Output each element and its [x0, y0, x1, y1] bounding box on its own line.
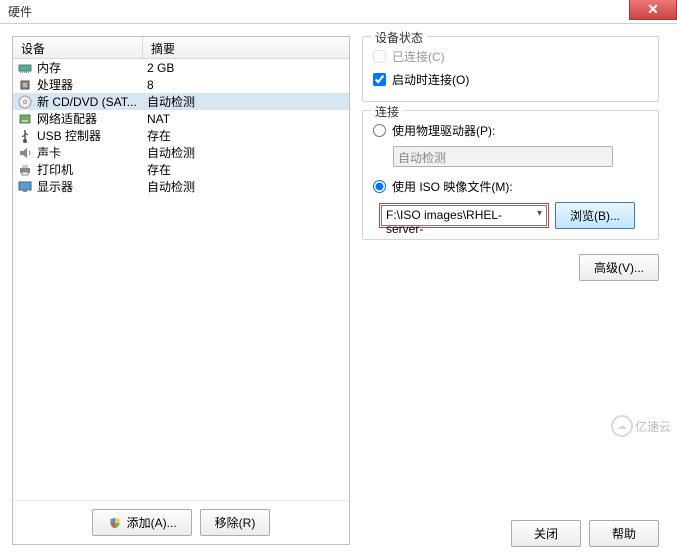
device-name: 网络适配器 [37, 110, 97, 127]
physical-label: 使用物理驱动器(P): [392, 122, 495, 139]
device-summary: NAT [143, 112, 349, 126]
device-list[interactable]: 内存2 GB处理器8新 CD/DVD (SAT...自动检测网络适配器NATUS… [13, 59, 349, 500]
physical-combo-row: 自动检测 [393, 146, 648, 167]
device-buttons-row: 添加(A)... 移除(R) [13, 500, 349, 544]
close-button[interactable]: 关闭 [511, 520, 581, 547]
connected-checkbox-row: 已连接(C) [373, 45, 648, 68]
printer-icon [17, 162, 33, 178]
device-row[interactable]: 内存 2 GB [13, 59, 349, 76]
shield-icon [107, 515, 123, 531]
title-bar: 硬件 ✕ [0, 0, 677, 24]
device-name: 处理器 [37, 76, 73, 93]
iso-radio[interactable] [373, 180, 386, 193]
device-summary: 自动检测 [143, 93, 349, 110]
browse-button[interactable]: 浏览(B)... [555, 202, 635, 229]
device-summary: 存在 [143, 127, 349, 144]
iso-combo-highlight: F:\ISO images\RHEL-server- [379, 203, 549, 228]
device-name: USB 控制器 [37, 127, 101, 144]
device-row[interactable]: 处理器 8 [13, 76, 349, 93]
device-summary: 8 [143, 78, 349, 92]
add-button[interactable]: 添加(A)... [92, 509, 192, 536]
close-button-label: 关闭 [534, 525, 558, 542]
connected-label: 已连接(C) [392, 48, 445, 65]
header-summary[interactable]: 摘要 [143, 37, 349, 58]
remove-button[interactable]: 移除(R) [200, 509, 271, 536]
device-panel: 设备 摘要 内存2 GB处理器8新 CD/DVD (SAT...自动检测网络适配… [12, 36, 350, 545]
add-button-label: 添加(A)... [127, 514, 177, 531]
device-summary: 自动检测 [143, 178, 349, 195]
device-summary: 2 GB [143, 61, 349, 75]
device-row[interactable]: 打印机 存在 [13, 161, 349, 178]
device-name: 声卡 [37, 144, 61, 161]
usb-icon [17, 128, 33, 144]
iso-radio-row[interactable]: 使用 ISO 映像文件(M): [373, 175, 648, 198]
window-title: 硬件 [8, 3, 32, 20]
connected-checkbox [373, 50, 386, 63]
iso-row: F:\ISO images\RHEL-server- 浏览(B)... [379, 202, 648, 229]
bottom-bar: 关闭 帮助 [511, 520, 659, 547]
connect-poweron-checkbox[interactable] [373, 73, 386, 86]
physical-radio[interactable] [373, 124, 386, 137]
physical-radio-row[interactable]: 使用物理驱动器(P): [373, 119, 648, 142]
connection-title: 连接 [371, 103, 403, 120]
remove-button-label: 移除(R) [215, 514, 256, 531]
physical-combo: 自动检测 [393, 146, 613, 167]
iso-path-combo[interactable]: F:\ISO images\RHEL-server- [381, 205, 547, 226]
list-header: 设备 摘要 [13, 37, 349, 59]
settings-panel: 设备状态 已连接(C) 启动时连接(O) 连接 使用物理驱动器(P): 自动检测… [362, 36, 665, 545]
help-button-label: 帮助 [612, 525, 636, 542]
status-fieldset: 设备状态 已连接(C) 启动时连接(O) [362, 36, 659, 102]
advanced-button[interactable]: 高级(V)... [579, 254, 659, 281]
cpu-icon [17, 77, 33, 93]
device-name: 内存 [37, 59, 61, 76]
status-title: 设备状态 [371, 29, 427, 46]
device-row[interactable]: 声卡 自动检测 [13, 144, 349, 161]
connection-fieldset: 连接 使用物理驱动器(P): 自动检测 使用 ISO 映像文件(M): F:\I… [362, 110, 659, 240]
browse-button-label: 浏览(B)... [570, 207, 620, 224]
device-summary: 自动检测 [143, 144, 349, 161]
display-icon [17, 179, 33, 195]
device-row[interactable]: USB 控制器 存在 [13, 127, 349, 144]
iso-path-text: F:\ISO images\RHEL-server- [386, 208, 502, 236]
window-close-button[interactable]: ✕ [629, 0, 677, 20]
device-name: 显示器 [37, 178, 73, 195]
connect-poweron-label: 启动时连接(O) [392, 71, 469, 88]
help-button[interactable]: 帮助 [589, 520, 659, 547]
device-name: 打印机 [37, 161, 73, 178]
device-row[interactable]: 网络适配器 NAT [13, 110, 349, 127]
device-row[interactable]: 显示器 自动检测 [13, 178, 349, 195]
header-device[interactable]: 设备 [13, 37, 143, 58]
memory-icon [17, 60, 33, 76]
device-row[interactable]: 新 CD/DVD (SAT... 自动检测 [13, 93, 349, 110]
advanced-row: 高级(V)... [362, 254, 659, 281]
nic-icon [17, 111, 33, 127]
sound-icon [17, 145, 33, 161]
connect-poweron-row[interactable]: 启动时连接(O) [373, 68, 648, 91]
cd-icon [17, 94, 33, 110]
device-name: 新 CD/DVD (SAT... [37, 93, 137, 110]
content-area: 设备 摘要 内存2 GB处理器8新 CD/DVD (SAT...自动检测网络适配… [0, 24, 677, 557]
advanced-button-label: 高级(V)... [594, 259, 644, 276]
iso-label: 使用 ISO 映像文件(M): [392, 178, 513, 195]
device-summary: 存在 [143, 161, 349, 178]
